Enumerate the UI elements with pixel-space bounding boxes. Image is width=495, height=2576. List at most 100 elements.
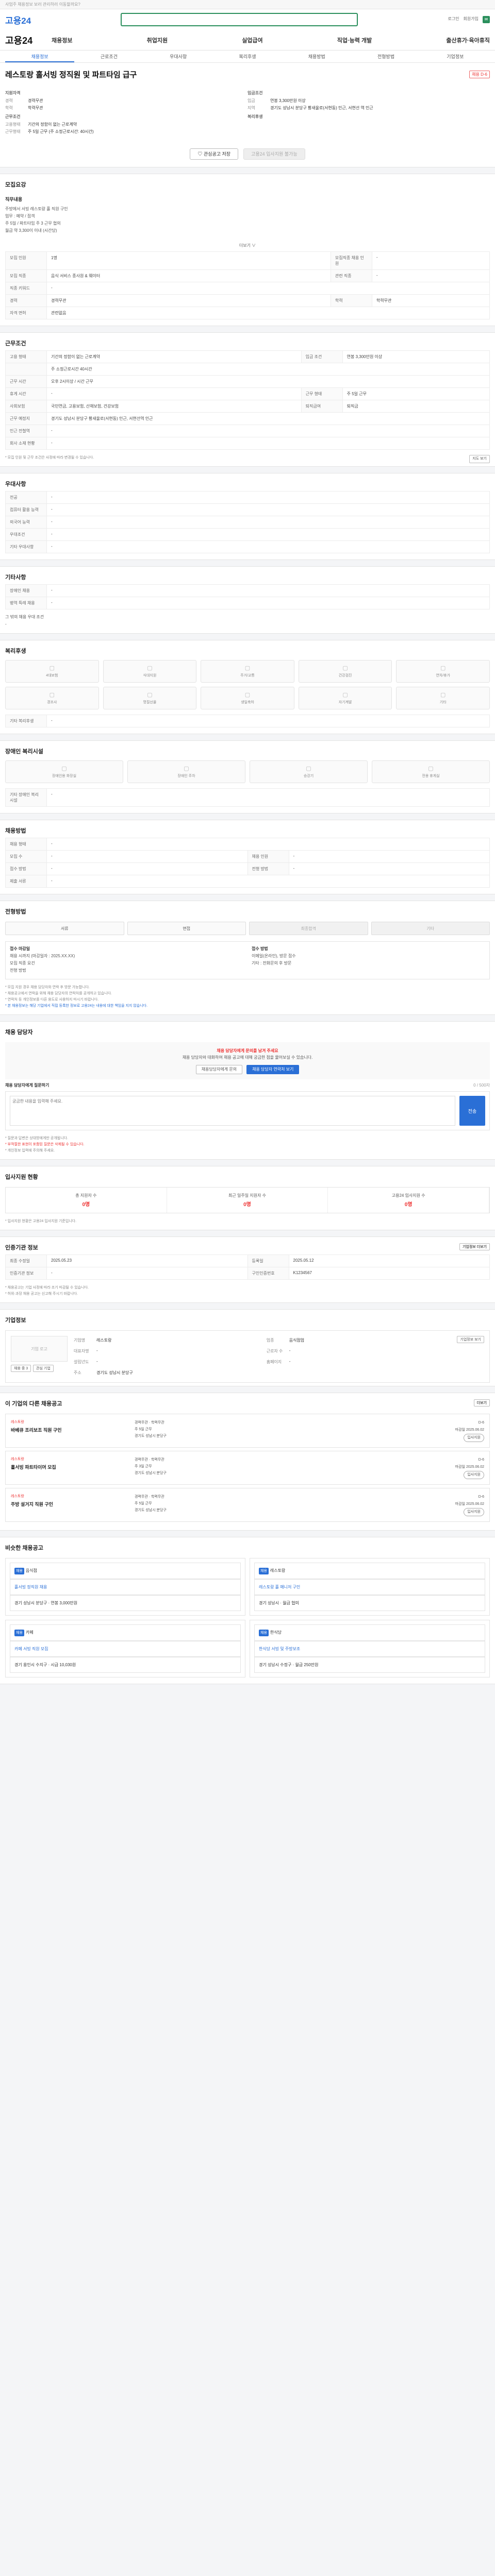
job-title[interactable]: 바베큐 조리보조 직원 구인	[11, 1427, 135, 1433]
company-view-button[interactable]: 기업정보 보기	[457, 1336, 484, 1343]
login-link[interactable]: 로그인	[448, 16, 459, 23]
tab-prefer[interactable]: 우대사항	[144, 50, 213, 62]
summary-value: 연봉 3,300만원 이상	[270, 98, 306, 103]
others-more-button[interactable]: 더보기	[473, 1399, 490, 1406]
job-card[interactable]: 레스토랑 주방 설거지 직원 구인 경력무관 · 학력무관 주 5일 근무 경기도 성남…	[5, 1488, 490, 1522]
scrap-button[interactable]: ♡ 관심공고 저장	[190, 148, 239, 160]
table-row: 모집 수 - 채용 인원 -	[5, 850, 490, 863]
apply-pill[interactable]: 입사지원	[464, 1434, 484, 1442]
similar-card[interactable]: 채용 음식점 홀서빙 정직원 채용 경기 성남시 분당구 · 연봉 3,000만원	[5, 1558, 245, 1616]
qa-input[interactable]	[10, 1096, 455, 1126]
bell-icon[interactable]: ✉	[483, 16, 490, 23]
more-button[interactable]: 더보기 ∨	[0, 240, 495, 251]
similar-title[interactable]: 레스토랑 홀 매니저 구인	[254, 1579, 485, 1595]
tab-method[interactable]: 채용방법	[282, 50, 351, 62]
tab-company[interactable]: 기업정보	[421, 50, 490, 62]
deadline-line: 마감일 2025.06.02	[455, 1465, 484, 1469]
select-note: * 본 채용정보는 해당 기업에서 직접 등록한 정보로 고용24는 내용에 대…	[5, 1004, 148, 1008]
similar-title[interactable]: 한식당 서빙 및 주방보조	[254, 1641, 485, 1657]
table-row: 인증기관 정보 - 구인인증번호 K1234567	[5, 1267, 490, 1280]
stat-value: 0명	[82, 1202, 90, 1208]
company-tag[interactable]: 채용 중 3	[11, 1365, 31, 1372]
section-title: 장애인 복리시설	[5, 749, 43, 755]
gnb-item-support[interactable]: 취업지원	[147, 36, 168, 44]
deadline-line: D-6	[478, 1495, 484, 1499]
field-value: 레스토랑	[96, 1338, 112, 1343]
section-title: 채용 담당자	[5, 1029, 33, 1036]
similar-card[interactable]: 채용 한식당 한식당 서빙 및 주방보조 경기 성남시 수정구 · 월급 250만원	[250, 1620, 490, 1677]
deadline-line: D-6	[478, 1458, 484, 1462]
tab-jobinfo[interactable]: 채용정보	[5, 50, 75, 62]
cell-value: 경력무관	[46, 294, 331, 307]
company-more-button[interactable]: 기업정보 더보기	[459, 1243, 490, 1250]
search-input[interactable]	[121, 13, 358, 26]
qa-note: * 부적절한 표현이 포함된 질문은 삭제될 수 있습니다.	[5, 1143, 85, 1146]
summary-head: 근무조건	[5, 114, 21, 119]
similar-card[interactable]: 채용 레스토랑 레스토랑 홀 매니저 구인 경기 성남시 · 월급 협의	[250, 1558, 490, 1616]
job-title[interactable]: 주방 설거지 직원 구인	[11, 1501, 135, 1507]
summary-value: 경기도 성남시 분당구 황새울로(서현동) 인근, 서현선 역 인근	[270, 106, 373, 110]
similar-jobs: 채용 음식점 홀서빙 정직원 채용 경기 성남시 분당구 · 연봉 3,000만원 채용…	[5, 1558, 490, 1677]
table-row: 휴게 시간 - 근무 형태 주 5일 근무	[5, 387, 490, 400]
cell-value: 경기도 성남시 분당구 황새울로(서현동) 인근, 서현선역 인근	[46, 412, 490, 425]
gnb-item-benefit[interactable]: 실업급여	[242, 36, 262, 44]
gnb-item-leave[interactable]: 출산휴가·육아휴직	[446, 36, 490, 44]
similar-head: 채용 음식점	[10, 1563, 241, 1579]
welfare-label: 명절선물	[143, 701, 157, 704]
section-title: 모집요강	[5, 182, 26, 188]
gnb-brand[interactable]: 고용24	[5, 33, 52, 47]
cell-value: -	[46, 862, 248, 875]
similar-title[interactable]: 홀서빙 정직원 채용	[10, 1579, 241, 1595]
gnb-item-training[interactable]: 직업·능력 개발	[337, 36, 372, 44]
disabled-label: 승강기	[303, 774, 314, 778]
sub-title: 직무내용	[5, 197, 23, 202]
cell-key: 관련 직종	[330, 269, 372, 282]
apply-button[interactable]: 고용24 입사지원 불가능	[243, 148, 305, 160]
gnb-item-jobs[interactable]: 채용정보	[52, 36, 72, 44]
contact-head: 채용 담당자에게 문의를 남겨 주세요	[217, 1048, 278, 1053]
table-row: 최종 수정일 2025.05.23 등록일 2025.05.12	[5, 1255, 490, 1267]
similar-title[interactable]: 카페 서빙 직원 모집	[10, 1641, 241, 1657]
table-row: 장애인 채용 -	[5, 584, 490, 597]
work-note: * 모집 인원 및 근무 조건은 사정에 따라 변경될 수 있습니다.	[5, 456, 94, 460]
cell-value: 주 5일 근무	[342, 387, 490, 400]
disabled-label: 장애인용 화장실	[52, 774, 77, 778]
cell-value: -	[371, 251, 490, 270]
deadline-badge: 채용 D-6	[469, 71, 490, 78]
company-field: 대표자명 -	[74, 1348, 258, 1354]
apply-pill[interactable]: 입사지원	[464, 1508, 484, 1516]
tab-select[interactable]: 전형방법	[351, 50, 420, 62]
company-box: 기업 로고 채용 중 3 관심 기업 기업명 레스토랑 업종 음식점업 대표자명 - 근로자…	[5, 1330, 490, 1383]
cell-value: -	[46, 584, 490, 597]
info-line: 모집 직종 요건	[10, 961, 35, 965]
cell-key: 병역 특례 채용	[5, 597, 47, 609]
map-button[interactable]: 지도 보기	[469, 455, 490, 463]
ask-button[interactable]: 채용담당자에게 문의	[195, 1065, 243, 1074]
etc-table: 장애인 채용 - 병역 특례 채용 -	[5, 584, 490, 609]
send-button[interactable]: 전송	[459, 1096, 485, 1126]
signup-link[interactable]: 회원가입	[464, 16, 478, 23]
table-row: 컴퓨터 활용 능력 -	[5, 503, 490, 516]
welfare-grid: ▢ 4대보험 ▢ 식대지원 ▢ 주거/교통 ▢ 건강검진 ▢ 연차/휴가 ▢ 경조사 ▢ 명절선물 ▢ 생일축…	[0, 658, 495, 715]
recruit-table: 모집 인원 1명 모집직종 채용 인원 - 모집 직종 음식 서비스 종사원 & 웨이터 관…	[5, 251, 490, 319]
job-title[interactable]: 홀서빙 파트타이머 모집	[11, 1464, 135, 1470]
apply-stats: 총 지원자 수 0명 최근 일주일 지원자 수 0명 고용24 입사지원 수 0명	[5, 1187, 490, 1213]
similar-card[interactable]: 채용 카페 카페 서빙 직원 모집 경기 용인시 수지구 · 시급 10,030원	[5, 1620, 245, 1677]
tab-welfare[interactable]: 복리후생	[213, 50, 282, 62]
job-card[interactable]: 레스토랑 홀서빙 파트타이머 모집 경력무관 · 학력무관 주 3일 근무 경기도 성남…	[5, 1451, 490, 1485]
table-row: 직종 키워드 -	[5, 282, 490, 295]
job-card[interactable]: 레스토랑 바베큐 조리보조 직원 구인 경력무관 · 학력무관 주 5일 근무 경기도 …	[5, 1414, 490, 1448]
apply-pill[interactable]: 입사지원	[464, 1471, 484, 1479]
contact-view-button[interactable]: 채용 담당자 연락처 보기	[246, 1065, 300, 1074]
table-row: 사회보험 국민연금, 고용보험, 산재보험, 건강보험 퇴직급여 퇴직금	[5, 400, 490, 413]
cell-key: 모집 수	[5, 850, 47, 863]
info-line: 채용 시까지 (마감일자 : 2025.XX.XX)	[10, 954, 75, 958]
cell-value: 연봉 3,300만원 이상	[342, 350, 490, 363]
cell-value: 학력무관	[371, 294, 490, 307]
tab-conditions[interactable]: 근로조건	[74, 50, 143, 62]
meta-line: 경기도 성남시 분당구	[135, 1509, 167, 1512]
site-logo[interactable]: 고용24	[5, 13, 31, 26]
company-tag[interactable]: 관심 기업	[33, 1365, 54, 1372]
summary-key: 임금	[248, 98, 255, 103]
cell-key: 고용 형태	[5, 350, 47, 363]
